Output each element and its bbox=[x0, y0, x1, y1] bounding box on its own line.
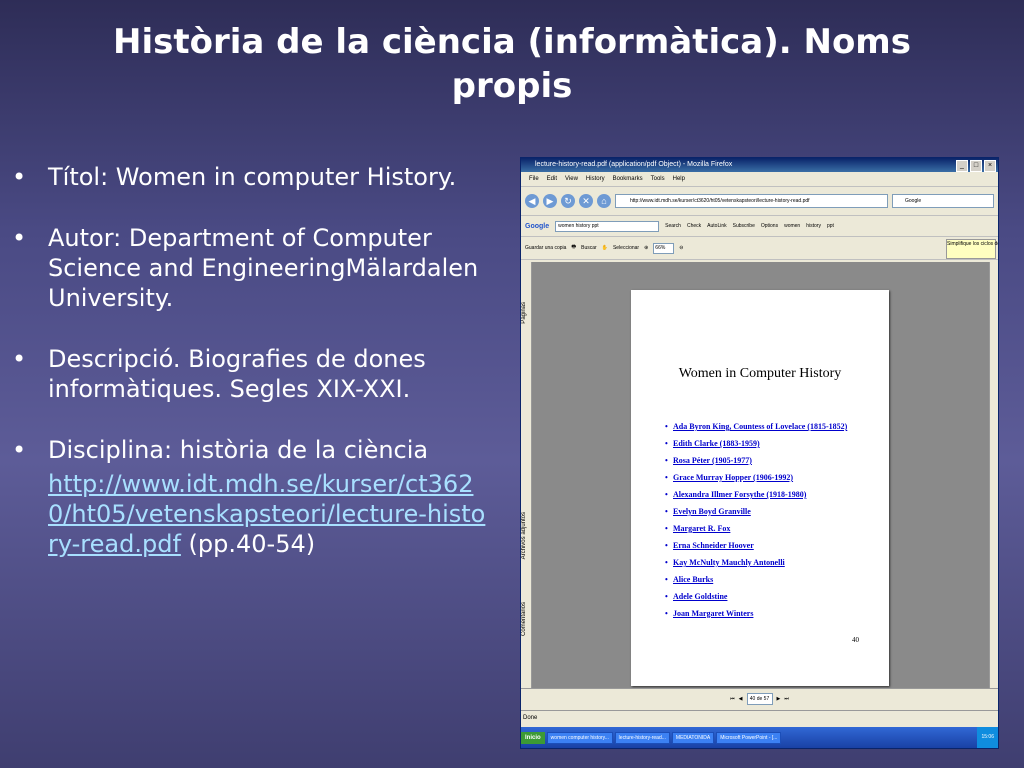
pdf-tip[interactable]: Simplifique los ciclos de revisión bbox=[946, 239, 998, 259]
page-navigation: ⏮ ◀ 40 de 57 ▶ ⏭ bbox=[521, 688, 998, 709]
zoom-out-icon[interactable]: ⊖ bbox=[679, 245, 683, 251]
pdf-toolbar: Guardar una copia 🖶 Buscar ✋ Seleccionar… bbox=[521, 237, 998, 260]
list-item[interactable]: Erna Schneider Hoover bbox=[665, 537, 847, 554]
home-icon[interactable]: ⌂ bbox=[597, 194, 611, 208]
list-item[interactable]: Edith Clarke (1883-1959) bbox=[665, 435, 847, 452]
menu-history[interactable]: History bbox=[586, 172, 605, 186]
tab-comments[interactable]: Comentarios bbox=[521, 602, 531, 636]
prev-page-icon[interactable]: ◀ bbox=[739, 696, 743, 702]
taskbar-item[interactable]: lecture-history-read... bbox=[614, 731, 670, 744]
pdf-search-button[interactable]: Buscar bbox=[581, 245, 597, 251]
taskbar-item[interactable]: women computer history... bbox=[546, 731, 613, 744]
list-item[interactable]: Grace Murray Hopper (1906-1992) bbox=[665, 469, 847, 486]
stop-icon[interactable]: ✕ bbox=[579, 194, 593, 208]
google-options-button[interactable]: Options bbox=[761, 223, 778, 229]
page-indicator[interactable]: 40 de 57 bbox=[746, 693, 773, 705]
taskbar: Inicio women computer history... lecture… bbox=[521, 727, 998, 748]
next-page-icon[interactable]: ▶ bbox=[777, 696, 781, 702]
bullet-text: Autor: Department of Computer Science an… bbox=[48, 224, 479, 312]
pdf-page-title: Women in Computer History bbox=[678, 366, 842, 381]
bullet-description: • Descripció. Biografies de dones informà… bbox=[10, 344, 490, 404]
google-toolbar: Google women history ppt Search Check Au… bbox=[521, 216, 998, 237]
google-subscribe-button[interactable]: Subscribe bbox=[733, 223, 755, 229]
first-page-icon[interactable]: ⏮ bbox=[730, 696, 735, 702]
list-item[interactable]: Ada Byron King, Countess of Lovelace (18… bbox=[665, 418, 847, 435]
menu-help[interactable]: Help bbox=[673, 172, 685, 186]
tab-attachments[interactable]: Archivos adjuntos bbox=[521, 512, 531, 559]
list-item[interactable]: Alice Burks bbox=[665, 571, 847, 588]
google-query-input[interactable]: women history ppt bbox=[555, 220, 660, 232]
window-titlebar: lecture-history-read.pdf (application/pd… bbox=[521, 158, 998, 172]
list-item[interactable]: Kay McNulty Mauchly Antonelli bbox=[665, 554, 847, 571]
close-icon[interactable]: × bbox=[984, 160, 996, 172]
highlight-history-button[interactable]: history bbox=[806, 223, 821, 229]
slide-title: Història de la ciència (informàtica). No… bbox=[113, 22, 911, 106]
window-title: lecture-history-read.pdf (application/pd… bbox=[535, 161, 733, 168]
bullet-text: Descripció. Biografies de dones informàt… bbox=[48, 345, 426, 403]
reload-icon[interactable]: ↻ bbox=[561, 194, 575, 208]
pdf-page-number: 40 bbox=[852, 636, 859, 644]
select-button[interactable]: Seleccionar bbox=[613, 245, 639, 251]
menu-view[interactable]: View bbox=[565, 172, 578, 186]
hand-icon[interactable]: ✋ bbox=[602, 245, 608, 251]
forward-icon[interactable]: ▶ bbox=[543, 194, 557, 208]
vertical-scrollbar[interactable] bbox=[989, 262, 998, 688]
list-item[interactable]: Evelyn Boyd Granville bbox=[665, 503, 847, 520]
taskbar-item[interactable]: MEDIATONIDA bbox=[671, 731, 715, 744]
side-tabs: Páginas Archivos adjuntos Comentarios bbox=[521, 262, 532, 688]
women-list: Ada Byron King, Countess of Lovelace (18… bbox=[665, 418, 847, 622]
browser-screenshot: lecture-history-read.pdf (application/pd… bbox=[520, 157, 999, 749]
bullet-list: • Títol: Women in computer History. • Auto… bbox=[10, 162, 490, 590]
tab-pages[interactable]: Páginas bbox=[521, 302, 531, 324]
bullet-title: • Títol: Women in computer History. bbox=[10, 162, 490, 192]
navigation-bar: ◀ ▶ ↻ ✕ ⌂ http://www.idt.mdh.se/kurser/c… bbox=[521, 187, 998, 216]
google-search-button[interactable]: Search bbox=[665, 223, 681, 229]
zoom-in-icon[interactable]: ⊕ bbox=[644, 245, 648, 251]
print-icon[interactable]: 🖶 bbox=[571, 244, 576, 252]
highlight-ppt-button[interactable]: ppt bbox=[827, 223, 834, 229]
save-copy-button[interactable]: Guardar una copia bbox=[525, 245, 566, 251]
bullet-dot-icon: • bbox=[12, 436, 27, 464]
bullet-dot-icon: • bbox=[12, 163, 27, 191]
google-logo: Google bbox=[525, 222, 550, 230]
status-bar: Done bbox=[521, 710, 998, 725]
search-engine-input[interactable]: Google bbox=[892, 194, 994, 208]
menu-bookmarks[interactable]: Bookmarks bbox=[613, 172, 643, 186]
menu-bar: File Edit View History Bookmarks Tools H… bbox=[521, 172, 998, 187]
bullet-discipline: • Disciplina: història de la ciència http… bbox=[10, 435, 490, 559]
bullet-author: • Autor: Department of Computer Science a… bbox=[10, 223, 490, 313]
last-page-icon[interactable]: ⏭ bbox=[784, 696, 789, 702]
list-item[interactable]: Joan Margaret Winters bbox=[665, 605, 847, 622]
back-icon[interactable]: ◀ bbox=[525, 194, 539, 208]
menu-tools[interactable]: Tools bbox=[651, 172, 665, 186]
list-item[interactable]: Rosa Péter (1905-1977) bbox=[665, 452, 847, 469]
url-input[interactable]: http://www.idt.mdh.se/kurser/ct3620/ht05… bbox=[615, 194, 888, 208]
bullet-text: Disciplina: història de la ciència bbox=[48, 436, 429, 464]
pages-note: (pp.40-54) bbox=[180, 530, 316, 558]
highlight-women-button[interactable]: women bbox=[784, 223, 800, 229]
clock: 15:06 bbox=[977, 727, 998, 748]
minimize-icon[interactable]: _ bbox=[956, 160, 968, 172]
taskbar-item[interactable]: Microsoft PowerPoint - [... bbox=[716, 731, 782, 744]
bullet-text: Títol: Women in computer History. bbox=[48, 163, 457, 191]
list-item[interactable]: Alexandra Illmer Forsythe (1918-1980) bbox=[665, 486, 847, 503]
link-wrap: http://www.idt.mdh.se/kurser/ct3620/ht05… bbox=[48, 469, 490, 559]
google-autolink-button[interactable]: AutoLink bbox=[707, 223, 726, 229]
google-check-button[interactable]: Check bbox=[687, 223, 701, 229]
menu-file[interactable]: File bbox=[529, 172, 539, 186]
pdf-viewer: Páginas Archivos adjuntos Comentarios Wo… bbox=[521, 262, 998, 688]
bullet-dot-icon: • bbox=[12, 224, 27, 252]
pdf-page: Women in Computer History Ada Byron King… bbox=[631, 290, 889, 686]
start-button[interactable]: Inicio bbox=[521, 731, 545, 744]
window-controls: _ □ × bbox=[956, 160, 996, 172]
menu-edit[interactable]: Edit bbox=[547, 172, 557, 186]
zoom-select[interactable]: 66% bbox=[653, 242, 675, 254]
maximize-icon[interactable]: □ bbox=[970, 160, 982, 172]
list-item[interactable]: Margaret R. Fox bbox=[665, 520, 847, 537]
bullet-dot-icon: • bbox=[12, 345, 27, 373]
list-item[interactable]: Adele Goldstine bbox=[665, 588, 847, 605]
